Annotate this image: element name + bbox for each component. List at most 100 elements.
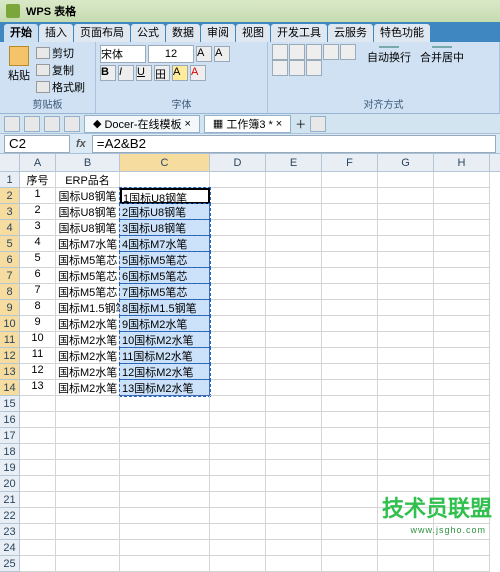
font-size-input[interactable] bbox=[148, 45, 194, 63]
cell-empty[interactable] bbox=[120, 460, 210, 476]
cell-empty[interactable] bbox=[322, 396, 378, 412]
cell-empty[interactable] bbox=[56, 396, 120, 412]
col-header-F[interactable]: F bbox=[322, 154, 378, 172]
tab-home[interactable]: 开始 bbox=[4, 24, 38, 42]
qat-print-icon[interactable] bbox=[64, 116, 80, 132]
font-name-input[interactable] bbox=[100, 45, 146, 63]
row-header-15[interactable]: 15 bbox=[0, 396, 20, 412]
cell-empty[interactable] bbox=[434, 428, 490, 444]
cell-empty[interactable] bbox=[120, 428, 210, 444]
align-top-icon[interactable] bbox=[272, 44, 288, 60]
name-box[interactable] bbox=[4, 135, 70, 153]
row-header-8[interactable]: 8 bbox=[0, 284, 20, 300]
align-bottom-icon[interactable] bbox=[306, 44, 322, 60]
cell-empty[interactable] bbox=[210, 396, 266, 412]
cell-empty[interactable] bbox=[266, 444, 322, 460]
cell-empty[interactable] bbox=[378, 476, 434, 492]
cell-empty[interactable] bbox=[56, 524, 120, 540]
cell-A8[interactable]: 7 bbox=[20, 284, 56, 300]
cell-empty[interactable] bbox=[20, 476, 56, 492]
fx-icon[interactable]: fx bbox=[76, 138, 86, 150]
cell-empty[interactable] bbox=[266, 524, 322, 540]
cell-C14[interactable]: 13国标M2水笔 bbox=[120, 380, 210, 396]
cell-B14[interactable]: 国标M2水笔 bbox=[56, 380, 120, 396]
cell-empty[interactable] bbox=[378, 444, 434, 460]
cell-empty[interactable] bbox=[56, 556, 120, 572]
cell-empty[interactable] bbox=[266, 556, 322, 572]
cell-empty[interactable] bbox=[322, 556, 378, 572]
cell-B3[interactable]: 国标U8钢笔 bbox=[56, 204, 120, 220]
row-header-23[interactable]: 23 bbox=[0, 524, 20, 540]
cell-empty[interactable] bbox=[266, 508, 322, 524]
row-header-20[interactable]: 20 bbox=[0, 476, 20, 492]
cell-empty[interactable] bbox=[20, 396, 56, 412]
tab-cloud[interactable]: 云服务 bbox=[328, 24, 373, 42]
cell-empty[interactable] bbox=[322, 540, 378, 556]
cell-empty[interactable] bbox=[266, 476, 322, 492]
tab-insert[interactable]: 插入 bbox=[39, 24, 73, 42]
cell-empty[interactable] bbox=[322, 524, 378, 540]
cell-A14[interactable]: 13 bbox=[20, 380, 56, 396]
cell-empty[interactable] bbox=[56, 444, 120, 460]
cell-empty[interactable] bbox=[56, 540, 120, 556]
cell-B13[interactable]: 国标M2水笔 bbox=[56, 364, 120, 380]
tab-special[interactable]: 特色功能 bbox=[374, 24, 430, 42]
close-icon[interactable]: × bbox=[276, 118, 282, 130]
cell-C3[interactable]: 2国标U8钢笔 bbox=[120, 204, 210, 220]
merge-button[interactable]: 合并居中 bbox=[416, 44, 468, 60]
cell-empty[interactable] bbox=[56, 428, 120, 444]
cell-empty[interactable] bbox=[434, 444, 490, 460]
cell-empty[interactable] bbox=[322, 492, 378, 508]
tab-view[interactable]: 视图 bbox=[236, 24, 270, 42]
cell-B6[interactable]: 国标M5笔芯 bbox=[56, 252, 120, 268]
cell-A12[interactable]: 11 bbox=[20, 348, 56, 364]
qat-redo-icon[interactable] bbox=[44, 116, 60, 132]
cell-C6[interactable]: 5国标M5笔芯 bbox=[120, 252, 210, 268]
cell-C1[interactable] bbox=[120, 172, 210, 188]
cell-empty[interactable] bbox=[120, 444, 210, 460]
indent-dec-icon[interactable] bbox=[323, 44, 339, 60]
cell-B5[interactable]: 国标M7水笔 bbox=[56, 236, 120, 252]
cell-empty[interactable] bbox=[266, 412, 322, 428]
cell-empty[interactable] bbox=[266, 492, 322, 508]
cell-empty[interactable] bbox=[322, 428, 378, 444]
cell-B10[interactable]: 国标M2水笔 bbox=[56, 316, 120, 332]
cell-C10[interactable]: 9国标M2水笔 bbox=[120, 316, 210, 332]
cell-empty[interactable] bbox=[434, 396, 490, 412]
row-header-6[interactable]: 6 bbox=[0, 252, 20, 268]
cell-C13[interactable]: 12国标M2水笔 bbox=[120, 364, 210, 380]
cell-B8[interactable]: 国标M5笔芯 bbox=[56, 284, 120, 300]
cell-empty[interactable] bbox=[210, 476, 266, 492]
cell-empty[interactable] bbox=[210, 492, 266, 508]
cell-empty[interactable] bbox=[210, 460, 266, 476]
cell-empty[interactable] bbox=[434, 540, 490, 556]
cell-empty[interactable] bbox=[266, 396, 322, 412]
cut-button[interactable]: 剪切 bbox=[36, 45, 85, 61]
cell-empty[interactable] bbox=[20, 444, 56, 460]
cell-empty[interactable] bbox=[120, 476, 210, 492]
row-header-22[interactable]: 22 bbox=[0, 508, 20, 524]
wrap-button[interactable]: 自动换行 bbox=[363, 44, 415, 60]
row-header-17[interactable]: 17 bbox=[0, 428, 20, 444]
cell-C5[interactable]: 4国标M7水笔 bbox=[120, 236, 210, 252]
tab-developer[interactable]: 开发工具 bbox=[271, 24, 327, 42]
cell-empty[interactable] bbox=[120, 524, 210, 540]
cell-C9[interactable]: 8国标M1.5钢笔 bbox=[120, 300, 210, 316]
qat-undo-icon[interactable] bbox=[24, 116, 40, 132]
workbook-tab-3[interactable]: ▦工作簿3 *× bbox=[204, 115, 291, 133]
cell-empty[interactable] bbox=[378, 428, 434, 444]
cell-empty[interactable] bbox=[120, 492, 210, 508]
row-header-24[interactable]: 24 bbox=[0, 540, 20, 556]
cell-empty[interactable] bbox=[20, 508, 56, 524]
cell-empty[interactable] bbox=[378, 556, 434, 572]
cell-empty[interactable] bbox=[56, 492, 120, 508]
cell-C2[interactable]: 1国标U8钢笔 bbox=[120, 188, 210, 204]
indent-inc-icon[interactable] bbox=[340, 44, 356, 60]
cell-empty[interactable] bbox=[378, 412, 434, 428]
cell-empty[interactable] bbox=[378, 396, 434, 412]
cell-empty[interactable] bbox=[378, 540, 434, 556]
cell-empty[interactable] bbox=[56, 508, 120, 524]
cell-A2[interactable]: 1 bbox=[20, 188, 56, 204]
cell-empty[interactable] bbox=[20, 492, 56, 508]
cell-empty[interactable] bbox=[434, 556, 490, 572]
